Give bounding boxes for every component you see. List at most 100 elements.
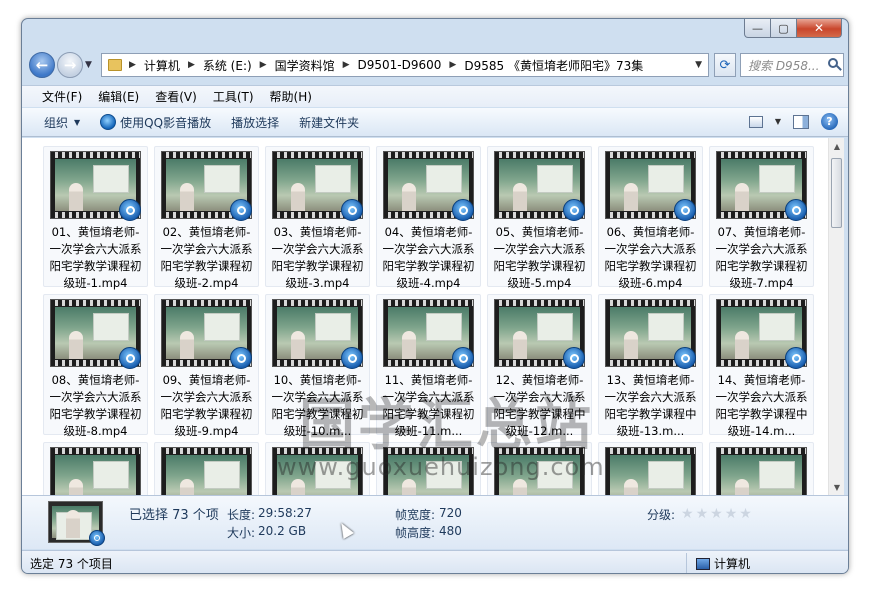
command-bar: 组织 ▼ 使用QQ影音播放 播放选择 新建文件夹 ▼ ? [22, 108, 848, 137]
file-name: 03、黄恒堉老师-一次学会六大派系阳宅学教学课程初级班-3.mp4 [271, 225, 364, 290]
status-selection-text: 选定 73 个项目 [30, 557, 113, 571]
chevron-right-icon[interactable]: ▶ [446, 60, 459, 70]
breadcrumb-drive[interactable]: 系统 (E:) [198, 57, 257, 74]
star-icon[interactable]: ★ [739, 507, 752, 521]
file-item[interactable]: 01、黄恒堉老师-一次学会六大派系阳宅学教学课程初级班-1.mp4 [43, 146, 148, 290]
recent-pages-dropdown[interactable]: ▼ [85, 60, 97, 70]
menu-help[interactable]: 帮助(H) [262, 88, 320, 105]
file-item[interactable]: 06、黄恒堉老师-一次学会六大派系阳宅学教学课程初级班-6.mp4 [598, 146, 703, 290]
chevron-right-icon[interactable]: ▶ [257, 60, 270, 70]
refresh-button[interactable]: ⟳ [714, 53, 736, 77]
search-icon[interactable] [828, 58, 838, 68]
menu-tools[interactable]: 工具(T) [205, 88, 262, 105]
address-bar[interactable]: ▶ 计算机 ▶ 系统 (E:) ▶ 国学资料馆 ▶ D9501-D9600 ▶ … [101, 53, 709, 77]
file-name: 13、黄恒堉老师-一次学会六大派系阳宅学教学课程中级班-13.m... [604, 373, 697, 438]
file-item[interactable]: 08、黄恒堉老师-一次学会六大派系阳宅学教学课程初级班-8.mp4 [43, 294, 148, 438]
menu-file[interactable]: 文件(F) [34, 88, 90, 105]
video-thumbnail [50, 447, 141, 495]
star-icon[interactable]: ★ [696, 507, 709, 521]
vertical-scrollbar[interactable]: ▲ ▼ [828, 138, 844, 495]
file-item[interactable] [709, 442, 814, 495]
folder-icon [108, 59, 122, 71]
organize-button[interactable]: 组织 ▼ [34, 114, 90, 131]
caption-buttons: — ▢ ✕ [744, 19, 842, 38]
preview-pane-icon[interactable] [793, 114, 809, 129]
file-name: 06、黄恒堉老师-一次学会六大派系阳宅学教学课程初级班-6.mp4 [604, 225, 697, 290]
file-item[interactable]: 07、黄恒堉老师-一次学会六大派系阳宅学教学课程初级班-7.mp4 [709, 146, 814, 290]
star-icon[interactable]: ★ [725, 507, 738, 521]
rating-label: 分级: [647, 508, 676, 522]
file-item[interactable]: 05、黄恒堉老师-一次学会六大派系阳宅学教学课程初级班-5.mp4 [487, 146, 592, 290]
computer-icon [696, 557, 710, 570]
qq-play-button[interactable]: 使用QQ影音播放 [90, 114, 221, 131]
file-item[interactable]: 03、黄恒堉老师-一次学会六大派系阳宅学教学课程初级班-3.mp4 [265, 146, 370, 290]
video-thumbnail [716, 447, 807, 495]
back-button[interactable]: ← [29, 52, 55, 78]
file-item[interactable]: 13、黄恒堉老师-一次学会六大派系阳宅学教学课程中级班-13.m... [598, 294, 703, 438]
qq-player-icon [452, 347, 474, 369]
star-icon[interactable]: ★ [710, 507, 723, 521]
refresh-icon: ⟳ [719, 57, 731, 73]
menu-view[interactable]: 查看(V) [147, 88, 205, 105]
file-item[interactable]: 09、黄恒堉老师-一次学会六大派系阳宅学教学课程初级班-9.mp4 [154, 294, 259, 438]
watermark-title: 国学汇总站 [299, 392, 594, 458]
chevron-right-icon[interactable]: ▶ [126, 60, 139, 70]
qq-player-icon [563, 347, 585, 369]
frame-height-label: 帧高度: [395, 526, 436, 540]
qq-player-icon [674, 347, 696, 369]
play-selection-label: 播放选择 [231, 115, 280, 130]
qq-player-icon [119, 347, 141, 369]
new-folder-label: 新建文件夹 [299, 115, 360, 130]
star-icon[interactable]: ★ [681, 507, 694, 521]
selected-count: 已选择 73 个项 [129, 508, 219, 523]
qq-player-icon [563, 199, 585, 221]
explorer-window: — ▢ ✕ ← → ▼ ▶ 计算机 ▶ 系统 (E:) ▶ 国学资料馆 ▶ D9… [21, 18, 849, 574]
minimize-button[interactable]: — [744, 19, 771, 38]
scroll-up-icon[interactable]: ▲ [829, 138, 845, 154]
menu-bar: 文件(F) 编辑(E) 查看(V) 工具(T) 帮助(H) [22, 85, 848, 107]
file-item[interactable] [43, 442, 148, 495]
search-placeholder: 搜索 D958... [748, 58, 820, 73]
search-input[interactable]: 搜索 D958... [740, 53, 844, 77]
scrollbar-thumb[interactable] [831, 158, 842, 228]
play-selection-button[interactable]: 播放选择 [221, 114, 289, 131]
file-item[interactable]: 14、黄恒堉老师-一次学会六大派系阳宅学教学课程中级班-14.m... [709, 294, 814, 438]
file-item[interactable] [154, 442, 259, 495]
address-dropdown-icon[interactable]: ▼ [695, 60, 702, 70]
change-view-icon[interactable] [748, 115, 763, 128]
qq-player-icon [230, 199, 252, 221]
breadcrumb-computer[interactable]: 计算机 [139, 57, 185, 74]
breadcrumb-current-folder[interactable]: D9585 《黄恒堉老师阳宅》73集 [459, 57, 648, 74]
view-options-chevron-icon[interactable]: ▼ [775, 117, 781, 126]
file-item[interactable]: 04、黄恒堉老师-一次学会六大派系阳宅学教学课程初级班-4.mp4 [376, 146, 481, 290]
qq-player-icon [785, 199, 807, 221]
menu-edit[interactable]: 编辑(E) [90, 88, 147, 105]
scroll-down-icon[interactable]: ▼ [829, 479, 845, 495]
qq-player-icon [119, 199, 141, 221]
video-thumbnail [161, 447, 252, 495]
qq-player-icon [341, 347, 363, 369]
qq-player-icon [674, 199, 696, 221]
breadcrumb-range[interactable]: D9501-D9600 [353, 58, 447, 72]
qq-player-icon [89, 530, 105, 546]
help-icon[interactable]: ? [821, 113, 838, 130]
chevron-down-icon: ▼ [74, 117, 81, 127]
file-name: 09、黄恒堉老师-一次学会六大派系阳宅学教学课程初级班-9.mp4 [160, 373, 253, 438]
new-folder-button[interactable]: 新建文件夹 [289, 114, 369, 131]
breadcrumb-library[interactable]: 国学资料馆 [270, 57, 340, 74]
maximize-button[interactable]: ▢ [771, 19, 797, 38]
back-arrow-icon: ← [35, 56, 49, 74]
file-name: 14、黄恒堉老师-一次学会六大派系阳宅学教学课程中级班-14.m... [715, 373, 808, 438]
length-label: 长度: [227, 508, 256, 522]
status-bar: 选定 73 个项目 计算机 [22, 550, 848, 573]
forward-button[interactable]: → [57, 52, 83, 78]
file-name: 01、黄恒堉老师-一次学会六大派系阳宅学教学课程初级班-1.mp4 [49, 225, 142, 290]
rating-stars[interactable]: ★ ★ ★ ★ ★ [681, 507, 752, 521]
watermark-url: www.guoxuehuizong.com [277, 453, 605, 481]
file-list-pane[interactable]: 01、黄恒堉老师-一次学会六大派系阳宅学教学课程初级班-1.mp4 02、黄恒堉老… [22, 138, 828, 495]
chevron-right-icon[interactable]: ▶ [340, 60, 353, 70]
file-item[interactable]: 02、黄恒堉老师-一次学会六大派系阳宅学教学课程初级班-2.mp4 [154, 146, 259, 290]
chevron-right-icon[interactable]: ▶ [185, 60, 198, 70]
file-item[interactable] [598, 442, 703, 495]
close-button[interactable]: ✕ [797, 19, 842, 38]
